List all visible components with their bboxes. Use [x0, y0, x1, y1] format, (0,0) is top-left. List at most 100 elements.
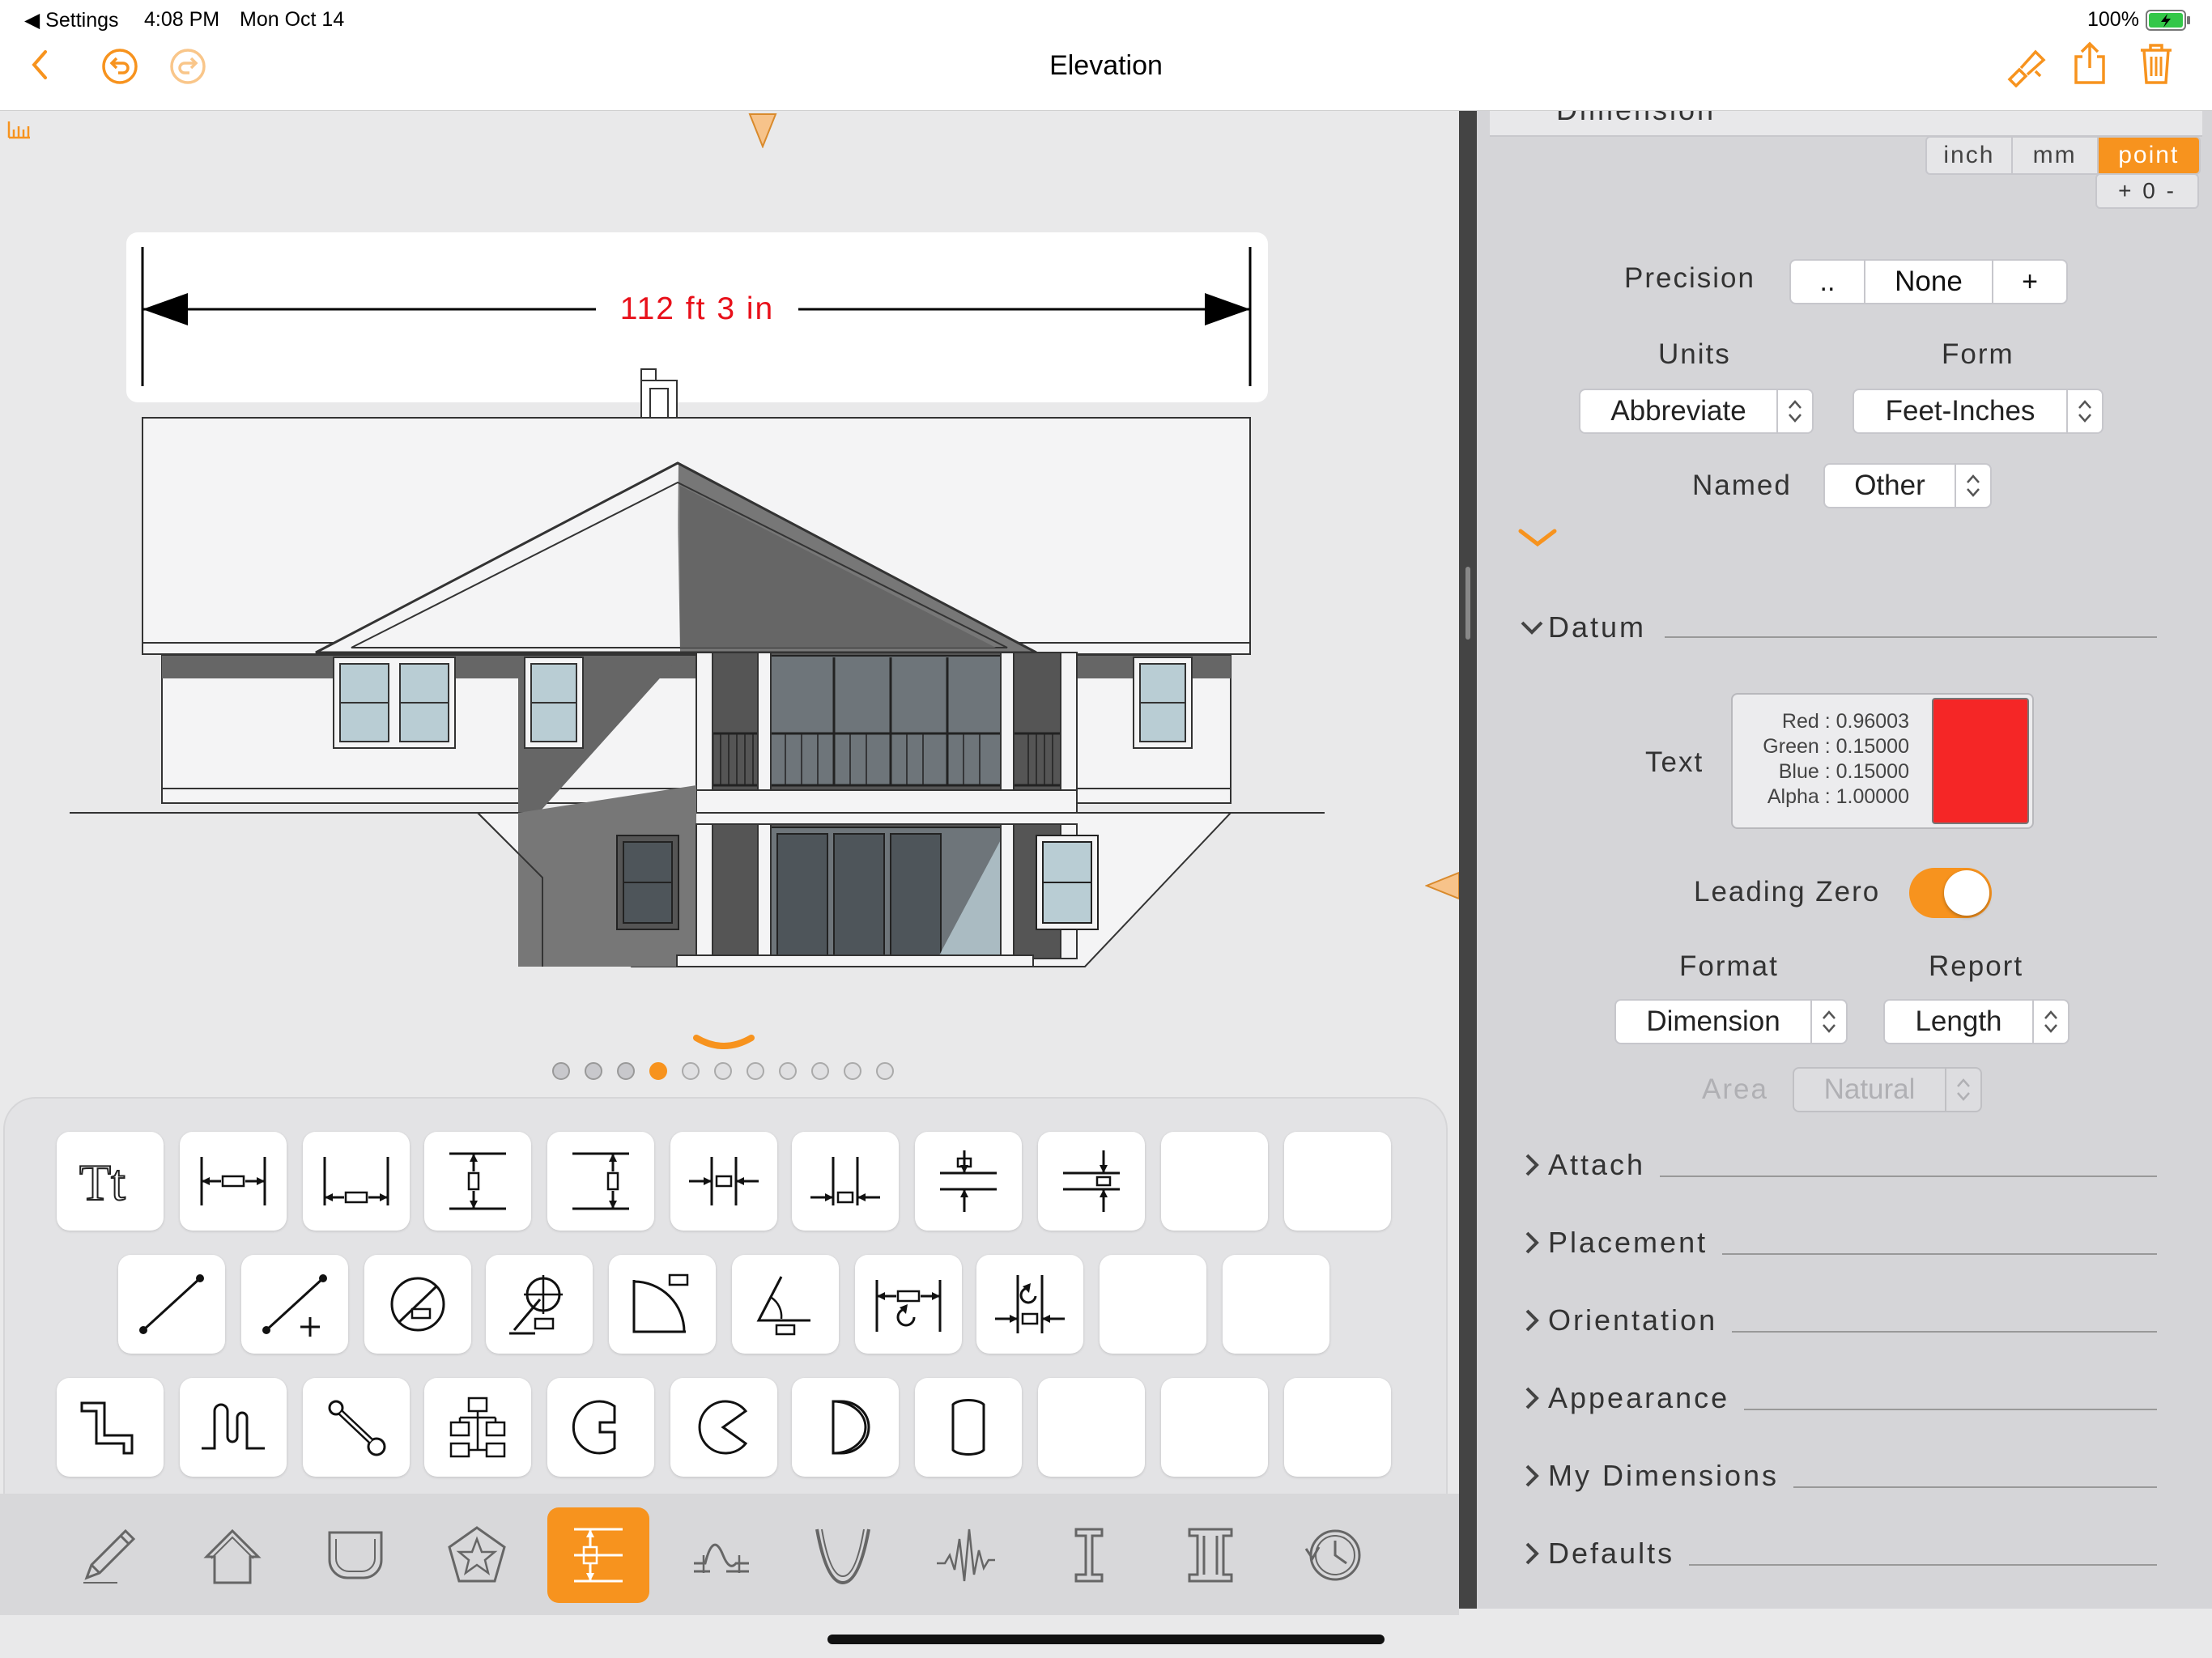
report-select[interactable]: Length [1883, 999, 2069, 1044]
diameter-dimension-tool[interactable] [364, 1255, 471, 1354]
tab-stamps[interactable] [426, 1507, 528, 1603]
text-style-tool[interactable]: Tt [57, 1132, 164, 1231]
page-dot[interactable] [682, 1062, 700, 1080]
empty-tool-slot[interactable] [1284, 1378, 1391, 1477]
ruler-icon[interactable] [6, 118, 32, 141]
tab-tub[interactable] [304, 1507, 406, 1603]
empty-tool-slot[interactable] [1100, 1255, 1206, 1354]
redo-icon[interactable] [168, 47, 207, 86]
back-chevron-icon[interactable] [28, 49, 52, 81]
empty-tool-slot[interactable] [1161, 1132, 1268, 1231]
page-dot[interactable] [714, 1062, 732, 1080]
offset-leader-tool[interactable] [180, 1378, 287, 1477]
form-select[interactable]: Feet-Inches [1853, 389, 2104, 434]
precision-increase[interactable]: + [1993, 261, 2066, 303]
page-dot[interactable] [779, 1062, 797, 1080]
tab-curves[interactable] [792, 1507, 894, 1603]
empty-tool-slot[interactable] [1161, 1378, 1268, 1477]
tab-double-beam[interactable] [1159, 1507, 1261, 1603]
report-value: Length [1915, 1005, 2002, 1037]
section-appearance[interactable]: Appearance [1519, 1381, 1729, 1415]
precision-segmented[interactable]: .. None + [1789, 259, 2068, 304]
trash-icon[interactable] [2138, 40, 2175, 86]
unit-point[interactable]: point [2098, 138, 2199, 173]
units-select[interactable]: Abbreviate [1579, 389, 1814, 434]
aligned-dimension-tool[interactable] [118, 1255, 225, 1354]
empty-tool-slot[interactable] [1284, 1132, 1391, 1231]
tab-draw[interactable] [58, 1507, 160, 1603]
expand-more-icon[interactable] [1517, 526, 1558, 551]
tab-history[interactable] [1283, 1507, 1385, 1603]
unit-segmented-control[interactable]: inch mm point [1925, 136, 2201, 175]
vertical-inside-dimension-tool[interactable] [915, 1132, 1022, 1231]
share-icon[interactable] [2071, 40, 2108, 86]
format-select[interactable]: Dimension [1614, 999, 1848, 1044]
arc-dimension-tool[interactable] [609, 1255, 716, 1354]
step-leader-tool[interactable] [57, 1378, 164, 1477]
page-dot[interactable] [552, 1062, 570, 1080]
half-circle-tool[interactable] [792, 1378, 899, 1477]
radius-dimension-tool[interactable] [486, 1255, 593, 1354]
page-dot[interactable] [585, 1062, 602, 1080]
horizontal-dimension-tool[interactable] [180, 1132, 287, 1231]
rotated-inside-dimension-tool[interactable] [976, 1255, 1083, 1354]
page-dot[interactable] [617, 1062, 635, 1080]
hierarchy-tool[interactable] [424, 1378, 531, 1477]
page-dot[interactable] [747, 1062, 764, 1080]
vertical-dimension-tool[interactable] [424, 1132, 531, 1231]
stadium-shape-tool[interactable] [915, 1378, 1022, 1477]
paint-icon[interactable] [2003, 44, 2047, 87]
precision-decrease[interactable]: .. [1791, 261, 1865, 303]
page-dot-active[interactable] [649, 1062, 667, 1080]
rotated-horizontal-dimension-tool[interactable] [855, 1255, 962, 1354]
divider-handle[interactable] [1465, 567, 1470, 640]
drawer-chevron-icon[interactable] [693, 1033, 755, 1052]
vertical-dimension-right-tool[interactable] [547, 1132, 654, 1231]
bone-leader-tool[interactable] [303, 1378, 410, 1477]
page-dot[interactable] [811, 1062, 829, 1080]
stadium-icon [951, 1398, 985, 1456]
unit-inch[interactable]: inch [1927, 138, 2013, 173]
tab-dimensions-active[interactable] [547, 1507, 649, 1603]
side-marker-icon[interactable] [1425, 871, 1461, 900]
horizontal-outside-dimension-tool[interactable] [792, 1132, 899, 1231]
angle-dimension-tool[interactable] [732, 1255, 839, 1354]
color-swatch[interactable] [1932, 698, 2029, 824]
status-time: 4:08 PM [144, 8, 220, 31]
page-dot[interactable] [876, 1062, 894, 1080]
leading-zero-toggle[interactable] [1909, 868, 1992, 918]
tab-shapes[interactable] [181, 1507, 283, 1603]
datum-section-header[interactable]: Datum [1519, 610, 1646, 644]
section-orientation[interactable]: Orientation [1519, 1303, 1717, 1337]
section-defaults[interactable]: Defaults [1519, 1537, 1674, 1571]
split-divider[interactable] [1459, 111, 1477, 1609]
top-marker-icon[interactable] [748, 111, 777, 148]
precision-value[interactable]: None [1865, 261, 1993, 303]
horizontal-dimension-below-tool[interactable] [303, 1132, 410, 1231]
horizontal-inside-dimension-tool[interactable] [670, 1132, 777, 1231]
page-dot[interactable] [844, 1062, 861, 1080]
named-select[interactable]: Other [1823, 463, 1992, 508]
tab-waveforms[interactable] [915, 1507, 1017, 1603]
dimension-value[interactable]: 112 ft 3 in [531, 291, 863, 327]
add-aligned-dimension-tool[interactable] [241, 1255, 348, 1354]
section-my-dimensions[interactable]: My Dimensions [1519, 1459, 1779, 1493]
empty-tool-slot[interactable] [1223, 1255, 1329, 1354]
undo-icon[interactable] [100, 47, 139, 86]
tub-icon [328, 1531, 383, 1579]
house-elevation[interactable] [65, 364, 1344, 980]
pie-shape-tool[interactable] [670, 1378, 777, 1477]
offset-stepper[interactable]: + 0 - [2095, 173, 2199, 209]
arc-shape-tool[interactable] [547, 1378, 654, 1477]
tab-connectors[interactable] [670, 1507, 772, 1603]
text-style-icon: Tt [79, 1153, 126, 1209]
horizontal-inside-icon [689, 1157, 759, 1205]
empty-tool-slot[interactable] [1038, 1378, 1145, 1477]
tab-i-beam[interactable] [1038, 1507, 1140, 1603]
back-to-settings[interactable]: ◀ Settings [24, 8, 119, 32]
vertical-dimension-right-icon [572, 1152, 629, 1210]
vertical-outside-dimension-tool[interactable] [1038, 1132, 1145, 1231]
unit-mm[interactable]: mm [2013, 138, 2099, 173]
section-placement[interactable]: Placement [1519, 1226, 1708, 1260]
section-attach[interactable]: Attach [1519, 1148, 1645, 1182]
